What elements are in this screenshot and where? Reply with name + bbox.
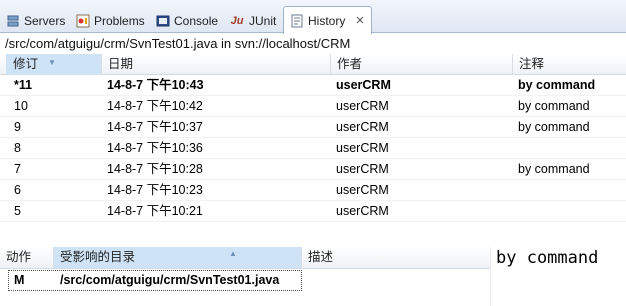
header-label: 受影响的目录 xyxy=(60,250,136,264)
comment-cell: by command xyxy=(518,120,590,134)
header-label: 注释 xyxy=(519,57,545,71)
date-cell: 14-8-7 下午10:37 xyxy=(107,120,203,134)
date-cell: 14-8-7 下午10:43 xyxy=(107,78,204,92)
table-row[interactable]: 10 14-8-7 下午10:42 userCRM by command xyxy=(0,96,626,117)
column-header-comment[interactable]: 注释 xyxy=(512,54,626,75)
revision-cell: 8 xyxy=(14,141,21,155)
sort-ascending-icon: ▲ xyxy=(229,249,237,258)
servers-icon xyxy=(6,14,20,28)
author-cell: userCRM xyxy=(336,162,389,176)
table-row[interactable]: 6 14-8-7 下午10:23 userCRM xyxy=(0,180,626,201)
date-cell: 14-8-7 下午10:23 xyxy=(107,183,203,197)
tab-label: JUnit xyxy=(249,13,277,28)
changed-paths-table: 动作 ▲ 受影响的目录 描述 M /src/com/atguigu/crm/Sv… xyxy=(0,247,490,291)
author-cell: userCRM xyxy=(336,78,391,92)
tab-label: Console xyxy=(174,13,219,28)
date-cell: 14-8-7 下午10:28 xyxy=(107,162,203,176)
column-header-description[interactable]: 描述 xyxy=(302,247,490,268)
tab-servers[interactable]: Servers xyxy=(6,8,65,33)
header-label: 作者 xyxy=(337,57,363,71)
tab-junit[interactable]: Ju JUnit xyxy=(229,8,277,33)
comment-text: by command xyxy=(496,248,599,268)
date-cell: 14-8-7 下午10:42 xyxy=(107,99,203,113)
comment-cell: by command xyxy=(518,162,590,176)
table-row[interactable]: 7 14-8-7 下午10:28 userCRM by command xyxy=(0,159,626,180)
revision-cell: 7 xyxy=(14,162,21,176)
comment-cell: by command xyxy=(518,99,590,113)
table-row[interactable]: *11 14-8-7 下午10:43 userCRM by command xyxy=(0,75,626,96)
comment-cell: by command xyxy=(518,78,596,92)
header-label: 日期 xyxy=(108,57,134,71)
column-header-author[interactable]: 作者 xyxy=(330,54,513,75)
revision-table-header: ▼ 修订 日期 作者 注释 xyxy=(0,54,626,75)
console-icon xyxy=(156,14,170,28)
table-row[interactable]: 5 14-8-7 下午10:21 userCRM xyxy=(0,201,626,222)
comment-panel[interactable]: by command xyxy=(490,247,626,306)
tab-problems[interactable]: Problems xyxy=(76,8,145,33)
view-tab-bar: Servers Problems Console Ju JUnit Histor… xyxy=(0,0,626,34)
author-cell: userCRM xyxy=(336,141,389,155)
action-cell: M xyxy=(14,273,25,287)
problems-icon xyxy=(76,14,90,28)
tab-label: Servers xyxy=(24,13,66,28)
tab-label: Problems xyxy=(94,13,145,28)
table-row[interactable]: M /src/com/atguigu/crm/SvnTest01.java xyxy=(0,270,490,291)
date-cell: 14-8-7 下午10:21 xyxy=(107,204,203,218)
revision-cell: 6 xyxy=(14,183,21,197)
junit-icon: Ju xyxy=(230,14,244,27)
date-cell: 14-8-7 下午10:36 xyxy=(107,141,203,155)
comment-cell xyxy=(518,138,626,159)
history-icon xyxy=(290,14,304,28)
author-cell: userCRM xyxy=(336,183,389,197)
tab-label: History xyxy=(308,13,346,28)
revision-table: ▼ 修订 日期 作者 注释 *11 14-8-7 下午10:43 userCRM… xyxy=(0,54,626,222)
column-header-affected-path[interactable]: ▲ 受影响的目录 xyxy=(54,247,302,268)
comment-cell xyxy=(518,201,626,222)
sort-descending-icon: ▼ xyxy=(48,58,56,67)
table-row[interactable]: 9 14-8-7 下午10:37 userCRM by command xyxy=(0,117,626,138)
table-row[interactable]: 8 14-8-7 下午10:36 userCRM xyxy=(0,138,626,159)
author-cell: userCRM xyxy=(336,99,389,113)
tab-console[interactable]: Console xyxy=(156,8,218,33)
changed-paths-header: 动作 ▲ 受影响的目录 描述 xyxy=(0,247,490,269)
header-label: 描述 xyxy=(308,250,334,264)
column-header-date[interactable]: 日期 xyxy=(101,54,331,75)
column-header-revision[interactable]: ▼ 修订 xyxy=(6,54,102,75)
author-cell: userCRM xyxy=(336,120,389,134)
revision-cell: 9 xyxy=(14,120,21,134)
revision-cell: 10 xyxy=(14,99,28,113)
revision-cell: 5 xyxy=(14,204,21,218)
resource-path: /src/com/atguigu/crm/SvnTest01.java in s… xyxy=(5,36,351,51)
column-header-action[interactable]: 动作 xyxy=(0,247,54,268)
tab-history[interactable]: History ✕ xyxy=(283,6,372,34)
close-icon[interactable]: ✕ xyxy=(355,14,364,27)
header-label: 修订 xyxy=(13,57,39,71)
header-label: 动作 xyxy=(6,250,32,264)
path-cell: /src/com/atguigu/crm/SvnTest01.java xyxy=(60,273,280,287)
revision-cell: *11 xyxy=(14,78,33,92)
author-cell: userCRM xyxy=(336,204,389,218)
comment-cell xyxy=(518,180,626,201)
